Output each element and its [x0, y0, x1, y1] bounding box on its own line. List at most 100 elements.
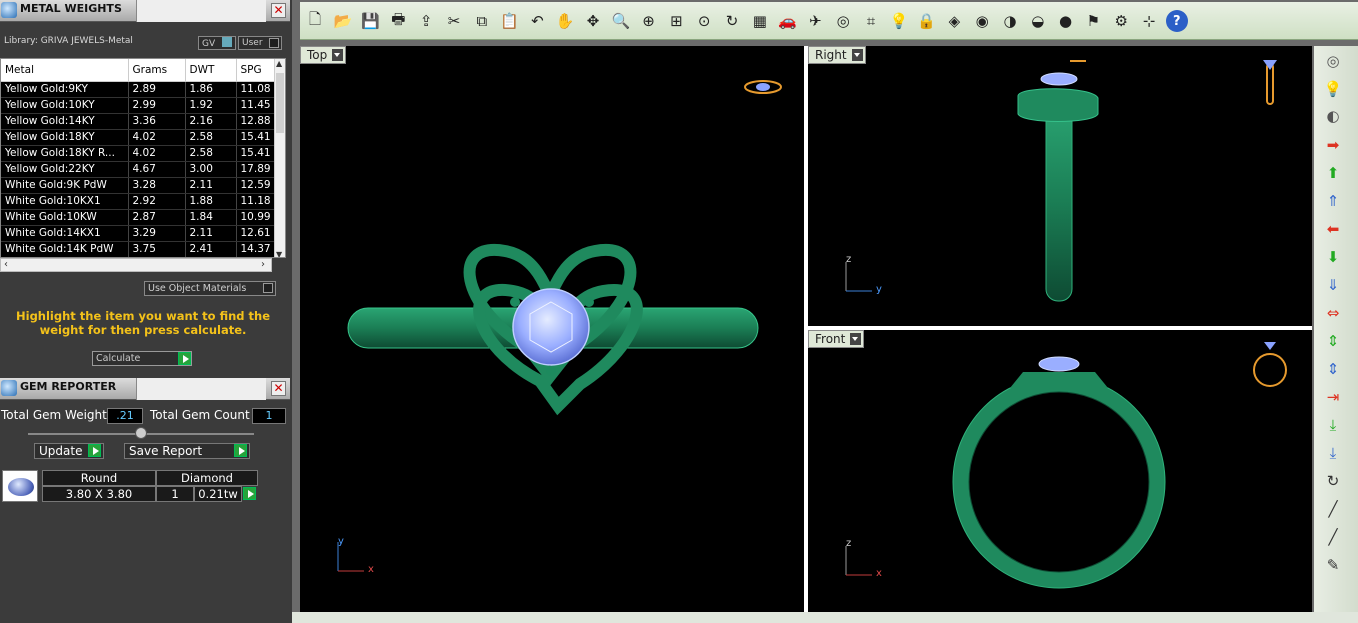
table-cell: 3.36 — [128, 113, 186, 130]
color-wheel-icon[interactable]: ◉ — [971, 10, 993, 32]
scroll-thumb[interactable] — [276, 73, 284, 133]
scroll-up-icon[interactable]: ▲ — [276, 59, 282, 68]
undo-icon[interactable]: ↶ — [526, 10, 548, 32]
four-views-icon[interactable]: ▦ — [749, 10, 771, 32]
table-cell: 2.99 — [128, 97, 186, 114]
zoom-icon[interactable]: 🔍 — [610, 10, 632, 32]
bulb-icon[interactable]: 💡 — [888, 10, 910, 32]
metal-table-vscroll[interactable]: ▲ ▼ — [274, 59, 285, 257]
viewport-right[interactable]: Right z y — [808, 46, 1312, 326]
gem-slider-knob[interactable] — [135, 427, 147, 439]
viewport-top[interactable]: Top y x — [300, 46, 804, 612]
gem-count-cell: 1 — [156, 486, 194, 502]
table-cell: 11.08 — [236, 81, 277, 98]
save-report-go-icon[interactable] — [234, 444, 247, 457]
table-row[interactable]: Yellow Gold:10KY 2.99 1.92 11.45 — [1, 97, 277, 114]
column-header-dwt[interactable]: DWT — [185, 59, 237, 82]
metal-table[interactable]: Metal Grams DWT SPG Yellow Gold:9KY 2.89 1… — [0, 58, 286, 258]
column-header-metal[interactable]: Metal — [1, 59, 129, 82]
save-icon[interactable]: 💾 — [360, 10, 382, 32]
scale-y-icon[interactable]: ⇕ — [1322, 331, 1344, 351]
table-row[interactable]: Yellow Gold:9KY 2.89 1.86 11.08 — [1, 81, 277, 98]
update-go-icon[interactable] — [88, 444, 101, 457]
table-row[interactable]: Yellow Gold:18KY R... 4.02 2.58 15.41 — [1, 145, 277, 162]
table-cell: 1.92 — [185, 97, 237, 114]
lock-icon[interactable]: 🔒 — [916, 10, 938, 32]
pan-hand-icon[interactable]: ✋ — [554, 10, 576, 32]
scroll-left-icon[interactable]: ‹ — [4, 259, 8, 270]
table-row[interactable]: Yellow Gold:14KY 3.36 2.16 12.88 — [1, 113, 277, 130]
move-up-icon[interactable]: ⇑ — [1322, 191, 1344, 211]
shade-sphere-icon[interactable]: ◑ — [999, 10, 1021, 32]
gem-thumbnail-icon[interactable] — [2, 470, 38, 502]
scale-x-icon[interactable]: ⇔ — [1322, 303, 1344, 323]
gem-row-go-icon[interactable] — [243, 487, 256, 500]
table-row[interactable]: White Gold:14K PdW 3.75 2.41 14.37 — [1, 241, 277, 257]
light-icon[interactable]: 💡 — [1322, 79, 1344, 99]
zoom-selected-icon[interactable]: ⊙ — [693, 10, 715, 32]
print-icon[interactable]: 🖶 — [387, 10, 409, 32]
plane-icon[interactable]: ✈ — [804, 10, 826, 32]
arrow-right-icon[interactable]: ➡ — [1322, 135, 1344, 155]
scroll-down-icon[interactable]: ▼ — [276, 250, 282, 257]
rotate-arc-icon[interactable]: ↻ — [1322, 471, 1344, 491]
ghost-sphere-icon[interactable]: ◒ — [1027, 10, 1049, 32]
zoom-dynamic-icon[interactable]: ↻ — [721, 10, 743, 32]
arrow-left-icon[interactable]: ⬅ — [1322, 219, 1344, 239]
paste-icon[interactable]: 📋 — [499, 10, 521, 32]
export-icon[interactable]: ⇪ — [415, 10, 437, 32]
column-header-grams[interactable]: Grams — [128, 59, 186, 82]
rotate-icon[interactable]: ✥ — [582, 10, 604, 32]
metal-table-hscroll[interactable]: ‹ › — [0, 258, 272, 272]
new-icon[interactable]: 🗋 — [304, 10, 326, 32]
column-header-spg[interactable]: SPG — [236, 59, 277, 82]
table-row[interactable]: White Gold:14KX1 3.29 2.11 12.61 — [1, 225, 277, 242]
arrow-up-icon[interactable]: ⬆ — [1322, 163, 1344, 183]
zoom-window-icon[interactable]: ⊕ — [638, 10, 660, 32]
help-icon[interactable]: ? — [1165, 10, 1188, 32]
use-object-materials-toggle[interactable]: Use Object Materials — [144, 281, 276, 296]
target-icon[interactable]: ◎ — [832, 10, 854, 32]
cut-icon[interactable]: ✂ — [443, 10, 465, 32]
render-sphere-icon[interactable]: ● — [1055, 10, 1077, 32]
calculate-go-icon[interactable] — [178, 352, 191, 365]
save-report-button[interactable]: Save Report — [124, 443, 250, 459]
line-tool-icon[interactable]: ╱ — [1322, 499, 1344, 519]
open-icon[interactable]: 📂 — [332, 10, 354, 32]
table-row[interactable]: Yellow Gold:22KY 4.67 3.00 17.89 — [1, 161, 277, 178]
viewport-front[interactable]: Front z x — [808, 330, 1312, 612]
gem-size-cell: 3.80 X 3.80 — [42, 486, 156, 502]
sphere-icon[interactable]: ◐ — [1322, 106, 1344, 126]
user-toggle[interactable]: User — [238, 36, 282, 50]
transform-icon[interactable]: ⌗ — [860, 10, 882, 32]
close-gem-panel-button[interactable]: ✕ — [271, 381, 286, 396]
calculate-button[interactable]: Calculate — [92, 351, 192, 366]
shrink-x-icon[interactable]: ⇥ — [1322, 387, 1344, 407]
scroll-right-icon[interactable]: › — [261, 259, 265, 270]
camera-icon[interactable]: ◎ — [1322, 51, 1344, 71]
table-cell: 2.11 — [185, 225, 237, 242]
scale-z-icon[interactable]: ⇕ — [1322, 359, 1344, 379]
table-row[interactable]: White Gold:10KW 2.87 1.84 10.99 — [1, 209, 277, 226]
car-icon[interactable]: 🚗 — [777, 10, 799, 32]
grid-snap-icon[interactable]: ⊹ — [1138, 10, 1160, 32]
zoom-extents-icon[interactable]: ⊞ — [665, 10, 687, 32]
select-icon[interactable]: ⚑ — [1082, 10, 1104, 32]
table-row[interactable]: White Gold:9K PdW 3.28 2.11 12.59 — [1, 177, 277, 194]
copy-icon[interactable]: ⧉ — [471, 10, 493, 32]
arrow-down-icon[interactable]: ⬇ — [1322, 247, 1344, 267]
shrink-y-icon[interactable]: ⤓ — [1322, 415, 1344, 435]
shrink-z-icon[interactable]: ⤓ — [1322, 443, 1344, 463]
settings-icon[interactable]: ⚙ — [1110, 10, 1132, 32]
table-row[interactable]: White Gold:10KX1 2.92 1.88 11.18 — [1, 193, 277, 210]
move-down-icon[interactable]: ⇓ — [1322, 275, 1344, 295]
table-cell: 4.02 — [128, 129, 186, 146]
eraser-icon[interactable]: ✎ — [1322, 555, 1344, 575]
gv-toggle[interactable]: GV — [198, 36, 237, 50]
material-icon[interactable]: ◈ — [943, 10, 965, 32]
line-tool-2-icon[interactable]: ╱ — [1322, 527, 1344, 547]
gem-reporter-header: GEM REPORTER ✕ — [0, 378, 290, 400]
close-metal-panel-button[interactable]: ✕ — [271, 3, 286, 18]
table-row[interactable]: Yellow Gold:18KY 4.02 2.58 15.41 — [1, 129, 277, 146]
update-button[interactable]: Update — [34, 443, 104, 459]
